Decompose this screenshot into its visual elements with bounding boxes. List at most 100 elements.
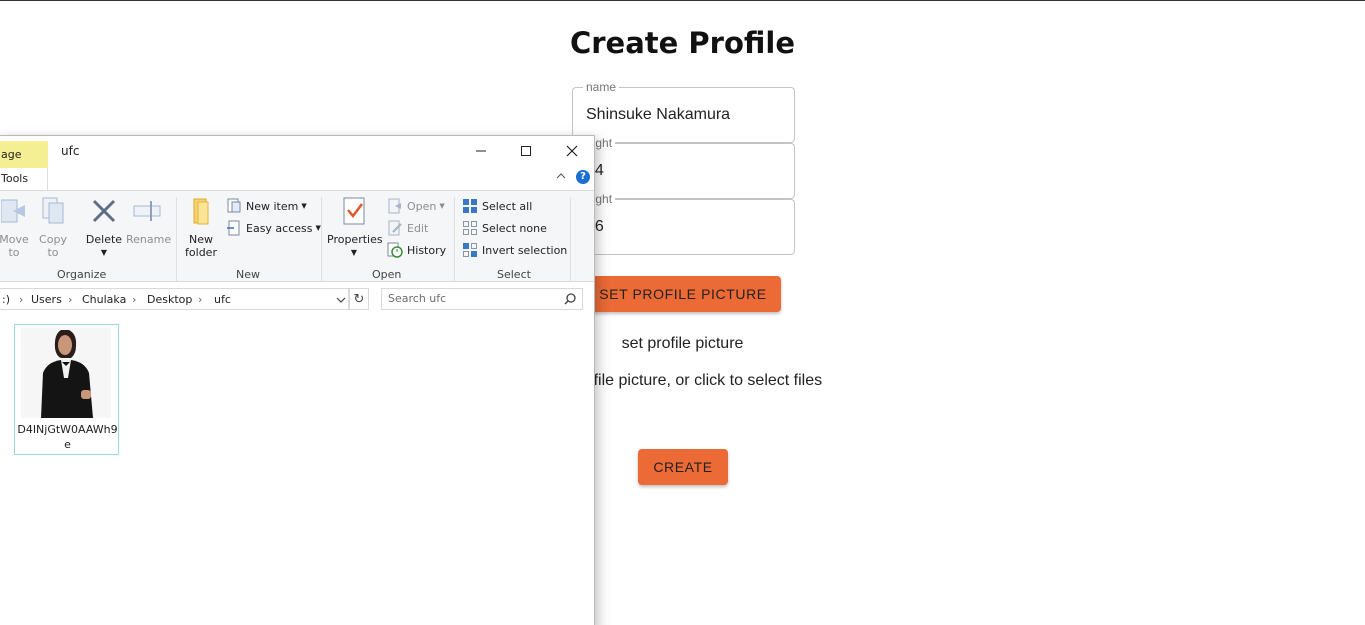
breadcrumb-desktop[interactable]: Desktop <box>147 293 192 306</box>
properties-label: Properties <box>327 233 383 246</box>
rename-button[interactable]: Rename <box>126 195 172 246</box>
copy-to-label-2: to <box>47 246 59 259</box>
group-label-select: Select <box>497 268 531 281</box>
select-all-icon <box>462 198 478 214</box>
delete-button[interactable]: Delete ▼ <box>85 195 123 259</box>
group-separator <box>570 197 571 281</box>
move-to-label-2: to <box>8 246 20 259</box>
chevron-up-icon[interactable] <box>556 171 566 181</box>
properties-button[interactable]: Properties ▼ <box>327 195 383 259</box>
select-none-label: Select none <box>482 221 547 235</box>
easy-access-button[interactable]: Easy access ▼ <box>226 218 321 238</box>
refresh-icon: ↻ <box>353 291 365 307</box>
group-label-organize: Organize <box>57 268 107 281</box>
file-name: D4INjGtW0AAWh9e <box>17 423 118 451</box>
group-separator <box>176 197 177 281</box>
breadcrumb-separator-icon: › <box>19 293 24 306</box>
breadcrumb-separator-icon: › <box>198 293 203 306</box>
refresh-button[interactable]: ↻ <box>349 288 369 310</box>
easy-access-label: Easy access <box>246 221 313 235</box>
history-icon <box>387 242 403 258</box>
invert-selection-label: Invert selection <box>482 243 568 257</box>
edit-icon <box>387 220 403 236</box>
weight-field[interactable]: eight 46 <box>572 192 795 255</box>
name-field-value[interactable]: Shinsuke Nakamura <box>586 106 730 124</box>
address-row: :) › Users › Chulaka › Desktop › ufc ↻ <box>0 288 594 312</box>
copy-to-icon <box>37 195 69 227</box>
breadcrumb-ufc[interactable]: ufc <box>214 293 231 306</box>
new-folder-button[interactable]: New folder <box>183 195 219 259</box>
select-none-button[interactable]: Select none <box>462 218 547 238</box>
explorer-titlebar[interactable]: age ufc <box>0 136 594 168</box>
person-photo-icon <box>21 328 111 418</box>
select-none-icon <box>462 220 478 236</box>
help-icon[interactable]: ? <box>576 170 590 184</box>
delete-icon <box>88 195 120 227</box>
file-explorer-window[interactable]: age ufc Tools ? Move to Copy to Delete ▼… <box>0 135 595 625</box>
history-button[interactable]: History <box>387 240 446 260</box>
group-label-open: Open <box>372 268 402 281</box>
open-dropdown-icon: ▼ <box>439 202 445 210</box>
new-item-button[interactable]: New item ▼ <box>226 196 307 216</box>
breadcrumb-users[interactable]: Users <box>31 293 62 306</box>
move-to-icon <box>0 195 31 227</box>
new-item-dropdown-icon: ▼ <box>301 202 307 210</box>
name-field[interactable]: name Shinsuke Nakamura <box>572 80 795 143</box>
group-label-new: New <box>236 268 260 281</box>
new-item-label: New item <box>246 199 299 213</box>
breadcrumb-drive[interactable]: :) <box>2 293 10 306</box>
breadcrumb-separator-icon: › <box>68 293 73 306</box>
group-separator <box>321 197 322 281</box>
page-title: Create Profile <box>569 26 796 60</box>
create-button[interactable]: CREATE <box>638 449 728 485</box>
open-label: Open <box>407 199 437 213</box>
delete-label: Delete <box>85 233 123 246</box>
file-list[interactable]: D4INjGtW0AAWh9e <box>0 314 594 625</box>
window-title: ufc <box>61 144 80 158</box>
new-item-icon <box>226 198 242 214</box>
height-field[interactable]: eight 94 <box>572 136 795 199</box>
search-input[interactable] <box>388 292 558 305</box>
copy-to-label-1: Copy <box>39 233 67 246</box>
move-to-label-1: Move <box>0 233 29 246</box>
history-label: History <box>407 243 447 257</box>
open-button[interactable]: Open ▼ <box>387 196 445 216</box>
manage-context-tab-label: age <box>1 148 22 161</box>
select-all-button[interactable]: Select all <box>462 196 532 216</box>
invert-selection-icon <box>462 242 478 258</box>
rename-label: Rename <box>126 233 172 246</box>
select-all-label: Select all <box>482 199 533 213</box>
search-box[interactable] <box>381 288 583 310</box>
easy-access-icon <box>226 220 242 236</box>
name-field-label: name <box>583 80 620 94</box>
address-bar[interactable]: :) › Users › Chulaka › Desktop › ufc <box>0 288 349 310</box>
maximize-icon <box>521 146 531 156</box>
delete-dropdown-icon[interactable]: ▼ <box>85 246 123 259</box>
properties-icon <box>338 195 370 227</box>
move-to-button[interactable]: Move to <box>0 195 29 259</box>
maximize-button[interactable] <box>511 140 541 162</box>
manage-context-tab[interactable]: age <box>0 141 48 168</box>
image-thumbnail <box>21 328 111 418</box>
edit-button[interactable]: Edit <box>387 218 428 238</box>
ribbon-tabs: Tools <box>0 168 594 190</box>
address-dropdown-icon[interactable] <box>336 295 346 305</box>
new-folder-label-1: New <box>189 233 213 246</box>
close-button[interactable] <box>557 140 587 162</box>
copy-to-button[interactable]: Copy to <box>37 195 69 259</box>
properties-dropdown-icon[interactable]: ▼ <box>327 246 381 259</box>
open-icon <box>387 198 403 214</box>
invert-selection-button[interactable]: Invert selection <box>462 240 567 260</box>
search-icon[interactable] <box>564 293 576 305</box>
breadcrumb-separator-icon: › <box>132 293 137 306</box>
breadcrumb-chulaka[interactable]: Chulaka <box>82 293 126 306</box>
file-item[interactable]: D4INjGtW0AAWh9e <box>14 324 119 455</box>
picture-tools-tab[interactable]: Tools <box>0 168 48 190</box>
set-profile-picture-button[interactable]: SET PROFILE PICTURE <box>585 276 781 312</box>
ribbon-home: Move to Copy to Delete ▼ Rename Organize <box>0 190 594 282</box>
group-separator <box>454 197 455 281</box>
new-folder-label-2: folder <box>185 246 217 259</box>
close-icon <box>566 145 578 157</box>
rename-icon <box>131 195 163 227</box>
minimize-button[interactable] <box>466 140 496 162</box>
